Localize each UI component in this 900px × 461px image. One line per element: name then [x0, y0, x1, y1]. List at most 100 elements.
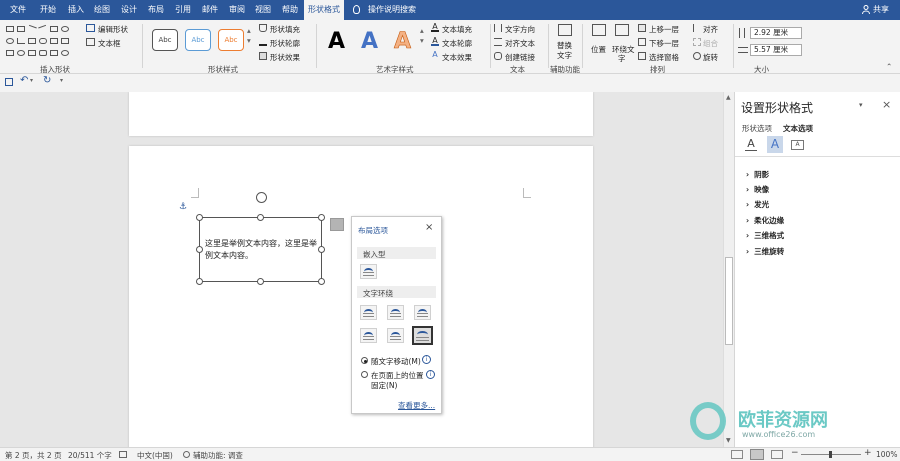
create-link-button[interactable]: 创建链接	[505, 52, 535, 63]
pane-item-soft-edges[interactable]: 柔化边缘	[746, 215, 784, 226]
layout-options-button[interactable]	[330, 218, 344, 231]
wordart-more-icon[interactable]: ▴	[420, 26, 424, 35]
tab-references[interactable]: 引用	[171, 0, 195, 20]
tab-home[interactable]: 开始	[36, 0, 60, 20]
alt-text-button-line2[interactable]: 文字	[557, 50, 572, 61]
wordart-less-icon[interactable]: ▾	[420, 36, 424, 45]
resize-handle-sw[interactable]	[196, 278, 203, 285]
group-button[interactable]: 组合	[703, 38, 718, 49]
gallery-less-icon[interactable]: ▾	[247, 36, 251, 45]
pane-options-icon[interactable]: ▾	[859, 101, 863, 109]
shape-style-3[interactable]: Abc	[218, 29, 244, 51]
word-count[interactable]: 20/511 个字	[68, 450, 112, 461]
accessibility-icon[interactable]	[183, 451, 190, 458]
pane-close-icon[interactable]: ×	[882, 98, 891, 111]
wordart-style-black[interactable]: A	[328, 29, 345, 55]
tab-text-options[interactable]: 文本选项	[783, 123, 813, 134]
tab-mailings[interactable]: 邮件	[198, 0, 222, 20]
rotate-button[interactable]: 旋转	[703, 52, 718, 63]
proofing-icon[interactable]	[119, 451, 127, 458]
tab-draw[interactable]: 绘图	[90, 0, 114, 20]
align-button[interactable]: 对齐	[703, 24, 718, 35]
wrap-top-bottom-icon[interactable]	[360, 328, 377, 343]
position-button[interactable]: 位置	[591, 44, 606, 55]
shape-fill-button[interactable]: 形状填充	[270, 24, 300, 35]
tab-review[interactable]: 审阅	[225, 0, 249, 20]
shapes-gallery[interactable]	[6, 24, 78, 60]
wrap-inline-icon[interactable]	[360, 264, 377, 279]
print-layout-icon[interactable]	[750, 449, 764, 460]
shape-style-2[interactable]: Abc	[185, 29, 211, 51]
page-count[interactable]: 第 2 页，共 2 页	[5, 450, 62, 461]
scroll-thumb[interactable]	[725, 257, 733, 345]
shape-width-input[interactable]: 5.57 厘米	[750, 44, 802, 56]
text-direction-button[interactable]: 文字方向	[505, 24, 535, 35]
collapse-ribbon-icon[interactable]: ⌃	[886, 62, 892, 71]
pane-item-glow[interactable]: 发光	[746, 199, 769, 210]
wrap-tight-icon[interactable]	[387, 305, 404, 320]
shape-outline-button[interactable]: 形状轮廓	[270, 38, 300, 49]
zoom-slider-thumb[interactable]	[829, 451, 832, 458]
redo-icon[interactable]: ↻	[43, 75, 51, 86]
zoom-in-icon[interactable]: +	[864, 448, 872, 458]
undo-icon[interactable]: ↶	[20, 75, 28, 86]
gallery-more-icon[interactable]: ▴	[247, 26, 251, 35]
selection-pane-button[interactable]: 选择窗格	[649, 52, 679, 63]
wrap-through-icon[interactable]	[414, 305, 431, 320]
shape-height-input[interactable]: 2.92 厘米	[750, 27, 802, 39]
textbox-button[interactable]: 文本框	[98, 38, 121, 49]
wrap-behind-text-icon[interactable]	[387, 328, 404, 343]
see-more-link[interactable]: 查看更多...	[398, 400, 435, 411]
text-outline-button[interactable]: 文本轮廓	[442, 38, 472, 49]
bring-forward-button[interactable]: 上移一层	[649, 24, 679, 35]
vertical-scrollbar[interactable]: ▲ ▼	[723, 92, 734, 447]
wrap-text-button-line2[interactable]: 字	[618, 53, 626, 64]
pane-item-reflection[interactable]: 映像	[746, 184, 769, 195]
text-effects-pane-icon[interactable]: A	[767, 136, 783, 153]
undo-dropdown-icon[interactable]: ▾	[30, 77, 33, 84]
scroll-up-icon[interactable]: ▲	[726, 94, 731, 101]
web-layout-icon[interactable]	[771, 450, 783, 459]
shape-effects-button[interactable]: 形状效果	[270, 52, 300, 63]
info-icon[interactable]: i	[422, 355, 431, 364]
tab-shape-options[interactable]: 形状选项	[742, 123, 772, 134]
tab-design[interactable]: 设计	[117, 0, 141, 20]
selected-textbox[interactable]: 这里是举例文本内容，这里是举 例文本内容。	[199, 217, 322, 282]
close-icon[interactable]: ×	[425, 222, 433, 233]
language[interactable]: 中文(中国)	[137, 450, 173, 461]
resize-handle-s[interactable]	[257, 278, 264, 285]
zoom-out-icon[interactable]: −	[791, 448, 799, 458]
tab-file[interactable]: 文件	[6, 0, 30, 20]
textbox-text-line1[interactable]: 这里是举例文本内容，这里是举	[205, 238, 317, 249]
tab-view[interactable]: 视图	[251, 0, 275, 20]
text-fill-button[interactable]: 文本填充	[442, 24, 472, 35]
share-button[interactable]: 共享	[869, 0, 893, 20]
resize-handle-n[interactable]	[257, 214, 264, 221]
wrap-square-icon[interactable]	[360, 305, 377, 320]
wrap-in-front-icon[interactable]	[412, 326, 433, 345]
resize-handle-e[interactable]	[318, 246, 325, 253]
pane-item-3d-format[interactable]: 三维格式	[746, 230, 784, 241]
textbox-text-line2[interactable]: 例文本内容。	[205, 250, 253, 261]
pane-item-shadow[interactable]: 阴影	[746, 169, 769, 180]
customize-qat-icon[interactable]: ▾	[60, 77, 63, 84]
wordart-style-blue[interactable]: A	[361, 29, 378, 55]
resize-handle-w[interactable]	[196, 246, 203, 253]
fix-position-radio[interactable]	[361, 371, 368, 378]
shape-style-1[interactable]: Abc	[152, 29, 178, 51]
send-backward-button[interactable]: 下移一层	[649, 38, 679, 49]
zoom-level[interactable]: 100%	[876, 450, 897, 459]
resize-handle-ne[interactable]	[318, 214, 325, 221]
resize-handle-nw[interactable]	[196, 214, 203, 221]
tab-help[interactable]: 帮助	[278, 0, 302, 20]
accessibility-status[interactable]: 辅助功能: 调查	[193, 450, 243, 461]
move-with-text-radio[interactable]	[361, 357, 368, 364]
rotate-handle-icon[interactable]	[256, 192, 267, 203]
text-fill-outline-icon[interactable]: A	[745, 138, 757, 151]
pane-item-3d-rotation[interactable]: 三维旋转	[746, 246, 784, 257]
resize-handle-se[interactable]	[318, 278, 325, 285]
tab-shape-format[interactable]: 形状格式	[304, 0, 344, 20]
wordart-style-orange[interactable]: A	[394, 29, 412, 55]
read-mode-icon[interactable]	[731, 450, 743, 459]
text-effects-button[interactable]: 文本效果	[442, 52, 472, 63]
